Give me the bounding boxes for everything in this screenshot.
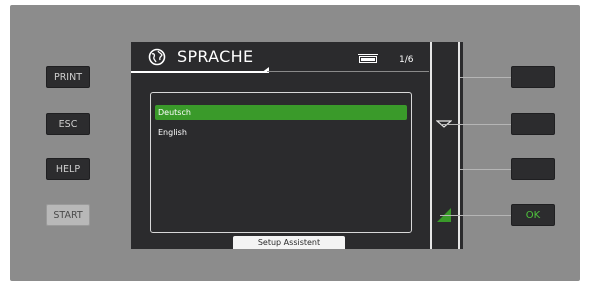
title-underline (131, 71, 267, 73)
display-screen: SPRACHE 1/6 Deutsch English Setup Assist… (131, 42, 429, 249)
globe-icon (148, 48, 166, 66)
help-button[interactable]: HELP (46, 158, 90, 180)
print-button[interactable]: PRINT (46, 66, 90, 88)
language-list: Deutsch English (150, 92, 412, 233)
title-divider (267, 71, 429, 72)
connector-line-1 (460, 77, 512, 78)
connector-line-4 (440, 215, 512, 216)
esc-button[interactable]: ESC (46, 113, 90, 135)
softkey-3-button[interactable] (511, 158, 555, 180)
title-underline-tick (261, 67, 269, 73)
ok-button[interactable]: OK (511, 204, 555, 226)
softkey-2-button[interactable] (511, 113, 555, 135)
status-bar: Setup Assistent (233, 236, 345, 249)
strip-divider-left (430, 42, 432, 249)
page-title: SPRACHE (177, 47, 254, 66)
connector-line-3 (460, 169, 512, 170)
title-bar: SPRACHE 1/6 (131, 42, 429, 73)
softkey-1-button[interactable] (511, 66, 555, 88)
battery-icon (358, 54, 378, 63)
language-option-english[interactable]: English (155, 125, 407, 140)
page-indicator: 1/6 (399, 55, 414, 65)
language-option-deutsch[interactable]: Deutsch (155, 105, 407, 120)
connector-line-2 (440, 124, 512, 125)
start-button[interactable]: START (46, 204, 90, 226)
strip-divider-right (458, 42, 460, 249)
